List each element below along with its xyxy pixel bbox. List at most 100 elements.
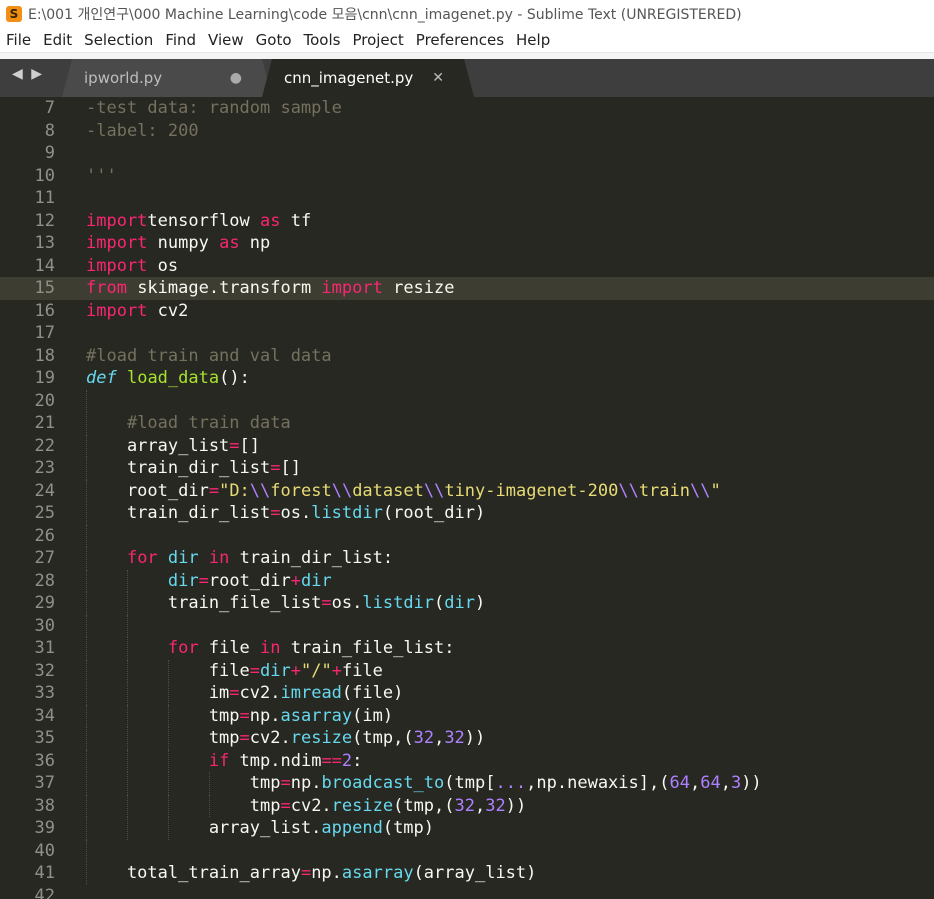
code-text: train_dir_list=os.listdir(root_dir): [86, 502, 485, 525]
code-token: []: [280, 458, 300, 478]
code-line[interactable]: 23 train_dir_list=[]: [0, 457, 934, 480]
line-number: 30: [0, 615, 55, 638]
code-line[interactable]: 18#load train and val data: [0, 345, 934, 368]
code-line[interactable]: 8 -label: 200: [0, 120, 934, 143]
code-line[interactable]: 31 for file in train_file_list:: [0, 637, 934, 660]
code-token: #load train data: [127, 413, 291, 433]
code-line[interactable]: 17: [0, 322, 934, 345]
code-line[interactable]: 24 root_dir="D:\\forest\\dataset\\tiny-i…: [0, 480, 934, 503]
code-line[interactable]: 13import numpy as np: [0, 232, 934, 255]
code-line[interactable]: 20: [0, 390, 934, 413]
code-line[interactable]: 37 tmp=np.broadcast_to(tmp[...,np.newaxi…: [0, 772, 934, 795]
code-token: dataset: [352, 481, 424, 501]
code-line[interactable]: 14import os: [0, 255, 934, 278]
line-number: 23: [0, 457, 55, 480]
code-token: array_list.: [86, 818, 321, 838]
code-line[interactable]: 9: [0, 142, 934, 165]
line-number: 20: [0, 390, 55, 413]
code-token: train_dir_list: [86, 503, 270, 523]
code-line[interactable]: 39 array_list.append(tmp): [0, 817, 934, 840]
code-token: =: [280, 796, 290, 816]
code-token: train_dir_list: [86, 458, 270, 478]
code-line[interactable]: 12importtensorflow as tf: [0, 210, 934, 233]
code-token: if: [209, 751, 229, 771]
code-token: dir: [301, 571, 332, 591]
unsaved-dot-icon[interactable]: ●: [230, 70, 242, 86]
code-line[interactable]: 34 tmp=np.asarray(im): [0, 705, 934, 728]
code-token: train: [639, 481, 690, 501]
code-line[interactable]: 33 im=cv2.imread(file): [0, 682, 934, 705]
code-line[interactable]: 30: [0, 615, 934, 638]
line-number: 22: [0, 435, 55, 458]
code-token: as: [219, 233, 239, 253]
code-token: []: [240, 436, 260, 456]
line-number: 14: [0, 255, 55, 278]
indent-guide: [86, 390, 87, 413]
title-bar: S E:\001 개인연구\000 Machine Learning\code …: [0, 0, 934, 28]
code-token: dir: [444, 593, 475, 613]
code-line[interactable]: 35 tmp=cv2.resize(tmp,(32,32)): [0, 727, 934, 750]
code-token: skimage.transform: [127, 278, 321, 298]
line-number: 34: [0, 705, 55, 728]
code-token: np.: [291, 773, 322, 793]
code-line[interactable]: 7-test data: random sample: [0, 97, 934, 120]
menu-project[interactable]: Project: [346, 31, 409, 49]
code-token: asarray: [281, 706, 353, 726]
code-line[interactable]: 19def load_data():: [0, 367, 934, 390]
code-token: listdir: [311, 503, 383, 523]
code-editor[interactable]: 7-test data: random sample8-label: 20091…: [0, 97, 934, 899]
line-number: 28: [0, 570, 55, 593]
code-line[interactable]: 42: [0, 885, 934, 899]
code-line[interactable]: 21 #load train data: [0, 412, 934, 435]
code-line[interactable]: 16import cv2: [0, 300, 934, 323]
code-line[interactable]: 40: [0, 840, 934, 863]
code-token: array_list: [86, 436, 229, 456]
code-token: root_dir: [86, 481, 209, 501]
menu-goto[interactable]: Goto: [250, 31, 298, 49]
menu-edit[interactable]: Edit: [37, 31, 78, 49]
line-number: 13: [0, 232, 55, 255]
code-token: asarray: [342, 863, 414, 883]
code-line[interactable]: 27 for dir in train_dir_list:: [0, 547, 934, 570]
close-icon[interactable]: ✕: [432, 70, 444, 86]
line-number: 36: [0, 750, 55, 773]
tab-ipworld[interactable]: ipworld.py ●: [62, 59, 272, 97]
code-line[interactable]: 26: [0, 525, 934, 548]
code-token: =: [250, 661, 260, 681]
line-number: 26: [0, 525, 55, 548]
code-line[interactable]: 32 file=dir+"/"+file: [0, 660, 934, 683]
code-line[interactable]: 25 train_dir_list=os.listdir(root_dir): [0, 502, 934, 525]
code-token: (root_dir): [383, 503, 485, 523]
menu-preferences[interactable]: Preferences: [410, 31, 510, 49]
code-line[interactable]: 10''': [0, 165, 934, 188]
tab-cnn-imagenet[interactable]: cnn_imagenet.py ✕: [262, 59, 474, 97]
menu-find[interactable]: Find: [159, 31, 202, 49]
menu-file[interactable]: File: [0, 31, 37, 49]
menu-help[interactable]: Help: [510, 31, 556, 49]
code-line[interactable]: 11: [0, 187, 934, 210]
code-line[interactable]: 15from skimage.transform import resize: [0, 277, 934, 300]
code-line[interactable]: 38 tmp=cv2.resize(tmp,(32,32)): [0, 795, 934, 818]
code-token: tiny-imagenet-200: [444, 481, 618, 501]
menu-view[interactable]: View: [202, 31, 250, 49]
menu-tools[interactable]: Tools: [298, 31, 347, 49]
code-line[interactable]: 28 dir=root_dir+dir: [0, 570, 934, 593]
code-token: for: [127, 548, 158, 568]
code-token: from: [86, 278, 127, 298]
tab-bar: ◀ ▶ ipworld.py ● cnn_imagenet.py ✕: [0, 52, 934, 97]
code-token: [117, 368, 127, 388]
code-token: -label: 200: [86, 121, 199, 141]
code-token: dir: [260, 661, 291, 681]
tab-nav-arrows-icon[interactable]: ◀ ▶: [12, 66, 44, 82]
line-number: 8: [0, 120, 55, 143]
code-text: importtensorflow as tf: [86, 210, 311, 233]
code-line[interactable]: 22 array_list=[]: [0, 435, 934, 458]
code-line[interactable]: 36 if tmp.ndim==2:: [0, 750, 934, 773]
code-token: 32: [444, 728, 464, 748]
menu-selection[interactable]: Selection: [78, 31, 159, 49]
code-token: ,: [690, 773, 700, 793]
code-line[interactable]: 41 total_train_array=np.asarray(array_li…: [0, 862, 934, 885]
code-line[interactable]: 29 train_file_list=os.listdir(dir): [0, 592, 934, 615]
code-token: ,: [434, 728, 444, 748]
code-token: dir: [168, 548, 199, 568]
